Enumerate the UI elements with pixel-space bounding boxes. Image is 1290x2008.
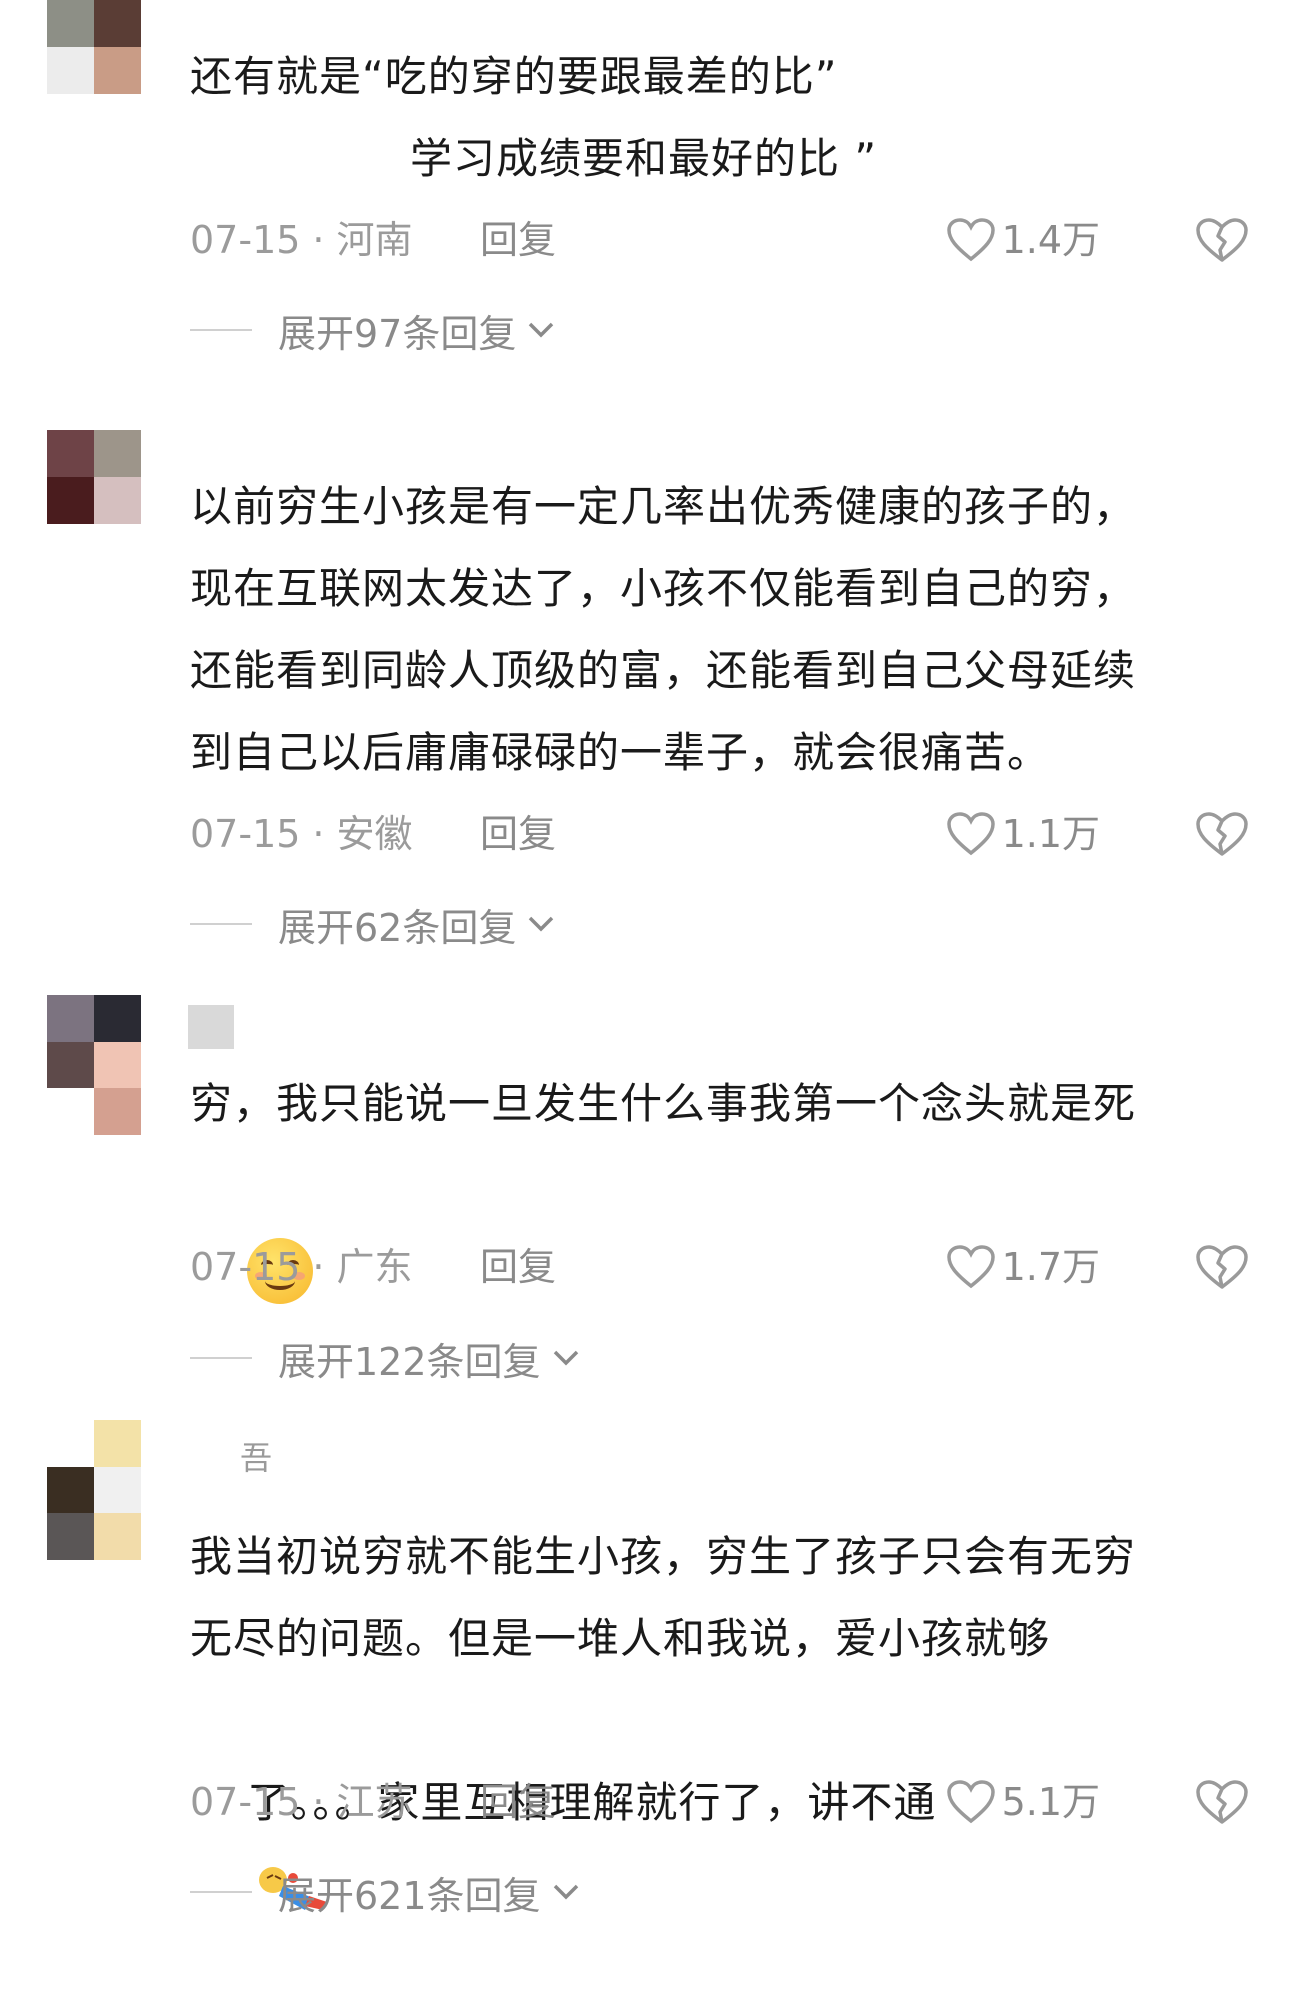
divider-line: [190, 1357, 252, 1359]
expand-label: 展开62条回复: [278, 905, 517, 950]
like-count: 5.1万: [1001, 1780, 1100, 1824]
divider-line: [190, 329, 252, 331]
like-button[interactable]: 1.7万: [946, 1237, 1100, 1297]
divider-line: [190, 923, 252, 925]
comment-text-line: 无尽的问题。但是一堆人和我说，爱小孩就够: [190, 1614, 1051, 1663]
like-count: 1.4万: [1001, 218, 1100, 262]
heart-outline-icon: [946, 1245, 995, 1289]
comment-meta: 07-15 · 河南 回复 1.4万: [190, 210, 1250, 270]
chevron-down-icon: [529, 322, 554, 338]
like-count: 1.7万: [1001, 1245, 1100, 1289]
broken-heart-icon[interactable]: [1194, 1778, 1250, 1826]
expand-label: 展开122条回复: [278, 1339, 541, 1384]
chevron-down-icon: [529, 916, 554, 932]
comment-text-line: 以前穷生小孩是有一定几率出优秀健康的孩子的，: [190, 482, 1137, 531]
reply-button[interactable]: 回复: [480, 1772, 556, 1832]
comment-text-line: 还有就是“吃的穿的要跟最差的比”: [190, 52, 838, 101]
reply-button[interactable]: 回复: [480, 210, 556, 270]
heart-outline-icon: [946, 1780, 995, 1824]
comment-text-line: 我当初说穷就不能生小孩，穷生了孩子只会有无穷: [190, 1532, 1137, 1581]
reply-button[interactable]: 回复: [480, 1237, 556, 1297]
expand-replies-button[interactable]: 展开62条回复: [190, 894, 556, 954]
expand-replies-button[interactable]: 展开122条回复: [190, 1328, 581, 1388]
comment-text-line: 现在互联网太发达了，小孩不仅能看到自己的穷，: [190, 564, 1137, 613]
comment-meta: 07-15 · 江苏 回复 5.1万: [190, 1772, 1250, 1832]
avatar[interactable]: [47, 430, 141, 524]
avatar[interactable]: [47, 1420, 141, 1560]
expand-label: 展开97条回复: [278, 311, 517, 356]
like-count: 1.1万: [1001, 812, 1100, 856]
broken-heart-icon[interactable]: [1194, 810, 1250, 858]
avatar[interactable]: [47, 995, 141, 1135]
expand-replies-button[interactable]: 展开97条回复: [190, 300, 556, 360]
username-placeholder[interactable]: [188, 1005, 234, 1049]
comment-date-location: 07-15 · 广东: [190, 1245, 413, 1289]
avatar[interactable]: [47, 0, 141, 94]
chevron-down-icon: [553, 1350, 578, 1366]
chevron-down-icon: [553, 1884, 578, 1900]
like-button[interactable]: 1.1万: [946, 804, 1100, 864]
comment-date-location: 07-15 · 河南: [190, 218, 413, 262]
divider-line: [190, 1891, 252, 1893]
like-button[interactable]: 5.1万: [946, 1772, 1100, 1832]
comment-text-line: 还能看到同龄人顶级的富，还能看到自己父母延续: [190, 646, 1137, 695]
comment-meta: 07-15 · 广东 回复 1.7万: [190, 1237, 1250, 1297]
heart-outline-icon: [946, 812, 995, 856]
comment-meta: 07-15 · 安徽 回复 1.1万: [190, 804, 1250, 864]
like-button[interactable]: 1.4万: [946, 210, 1100, 270]
comment-text-line: 了。。。家里互相理解就行了，讲不通: [190, 1680, 1250, 2008]
broken-heart-icon[interactable]: [1194, 1243, 1250, 1291]
heart-outline-icon: [946, 218, 995, 262]
reply-button[interactable]: 回复: [480, 804, 556, 864]
comment-date-location: 07-15 · 安徽: [190, 812, 413, 856]
expand-label: 展开621条回复: [278, 1873, 541, 1918]
username[interactable]: 吾: [240, 1442, 272, 1474]
comment-date-location: 07-15 · 江苏: [190, 1780, 413, 1824]
comment-text-line: 穷，我只能说一旦发生什么事我第一个念头就是死: [190, 1079, 1137, 1128]
comment-text-line: 到自己以后庸庸碌碌的一辈子，就会很痛苦。: [190, 728, 1051, 777]
expand-replies-button[interactable]: 展开621条回复: [190, 1862, 581, 1922]
broken-heart-icon[interactable]: [1194, 216, 1250, 264]
comment-text-line: 学习成绩要和最好的比 ”: [410, 134, 878, 183]
